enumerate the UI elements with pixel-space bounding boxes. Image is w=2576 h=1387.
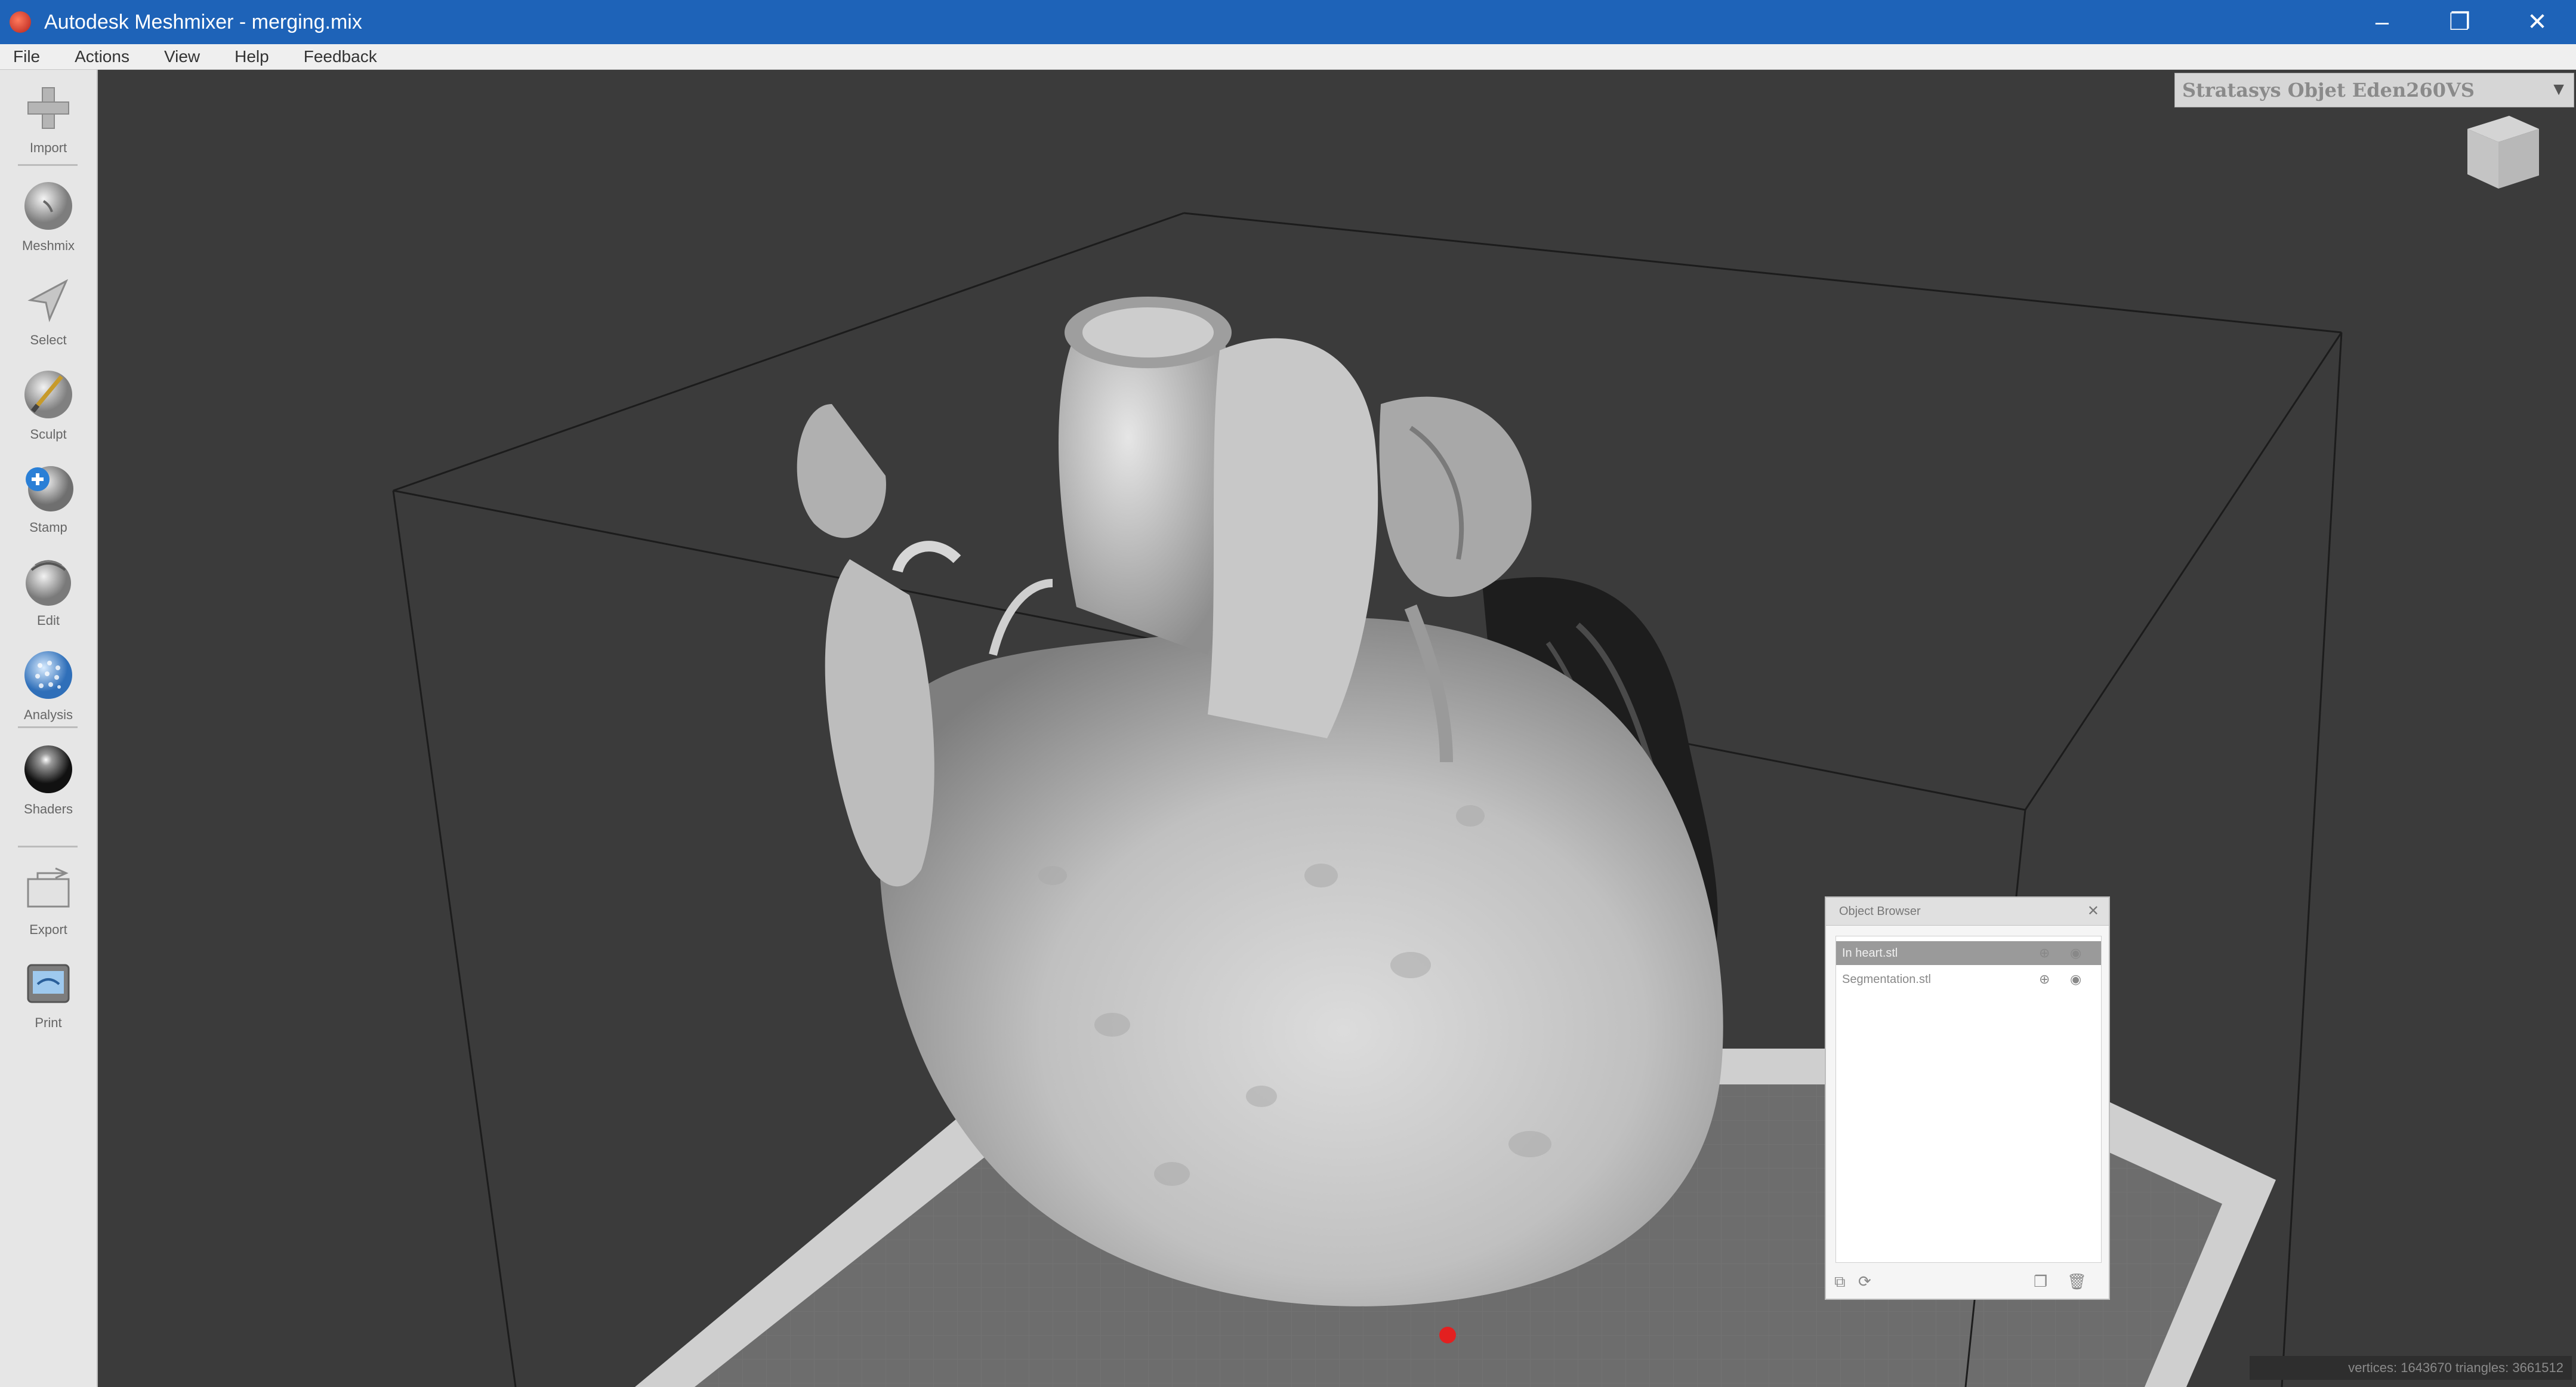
- eye-icon[interactable]: ◉: [2070, 972, 2081, 987]
- combine-icon[interactable]: ⧉: [1834, 1272, 1846, 1292]
- shaders-sphere-icon: [24, 745, 72, 793]
- 3d-viewport[interactable]: [98, 70, 2576, 1387]
- minimize-button[interactable]: –: [2343, 0, 2421, 44]
- stamp-icon: [26, 466, 73, 511]
- select-label: Select: [30, 332, 67, 347]
- print-tool[interactable]: Print: [0, 945, 97, 1039]
- object-browser-title: Object Browser: [1839, 905, 1921, 918]
- duplicate-icon[interactable]: ❐: [2034, 1272, 2047, 1291]
- select-tool[interactable]: Select: [0, 262, 97, 356]
- menu-bar: File Actions View Help Feedback: [0, 44, 2576, 70]
- restore-button[interactable]: ❐: [2421, 0, 2498, 44]
- print-label: Print: [35, 1015, 62, 1030]
- printer-select[interactable]: Stratasys Objet Eden260VS ▼: [2174, 73, 2574, 107]
- meshmix-tool[interactable]: Meshmix: [0, 168, 97, 262]
- sculpt-label: Sculpt: [30, 427, 67, 442]
- toolbar-divider: [18, 164, 78, 166]
- object-browser-panel: Object Browser ✕ In heart.stl ⊕ ◉ Segmen…: [1825, 896, 2110, 1300]
- analysis-label: Analysis: [24, 707, 73, 722]
- view-cube[interactable]: [2455, 105, 2545, 195]
- mesh-stats-readout: vertices: 1643670 triangles: 3661512: [2250, 1356, 2572, 1380]
- export-icon: [27, 867, 70, 908]
- window-title: Autodesk Meshmixer - merging.mix: [44, 10, 362, 33]
- plus-icon: [27, 87, 69, 129]
- trash-icon[interactable]: 🗑: [2067, 1272, 2087, 1291]
- object-item-segmentation[interactable]: Segmentation.stl ⊕ ◉: [1836, 967, 2101, 991]
- toolbar-divider: [18, 726, 78, 728]
- analysis-tool[interactable]: Analysis: [0, 637, 97, 731]
- lock-icon[interactable]: ⊕: [2039, 972, 2050, 987]
- menu-file[interactable]: File: [13, 47, 40, 66]
- menu-view[interactable]: View: [164, 47, 200, 66]
- object-browser-header[interactable]: Object Browser ✕: [1826, 898, 2109, 926]
- menu-help[interactable]: Help: [235, 47, 269, 66]
- left-toolbar: Import Meshmix Select Sculpt Stamp Edit …: [0, 70, 98, 1387]
- printer-select-value: Stratasys Objet Eden260VS: [2182, 79, 2475, 101]
- edit-tool[interactable]: Edit: [0, 543, 97, 637]
- scene-canvas[interactable]: [98, 70, 2576, 1387]
- edit-label: Edit: [37, 613, 60, 628]
- title-bar: Autodesk Meshmixer - merging.mix – ❐ ✕: [0, 0, 2576, 44]
- menu-actions[interactable]: Actions: [75, 47, 129, 66]
- meshmixer-app-icon: [10, 11, 31, 33]
- object-name: In heart.stl: [1842, 946, 1898, 960]
- shaders-label: Shaders: [24, 802, 73, 816]
- export-label: Export: [29, 922, 67, 937]
- menu-feedback[interactable]: Feedback: [304, 47, 377, 66]
- eye-icon[interactable]: ◉: [2070, 945, 2081, 961]
- chevron-down-icon: ▼: [2550, 79, 2568, 99]
- lock-icon[interactable]: ⊕: [2039, 945, 2050, 961]
- toolbar-divider: [18, 846, 78, 847]
- separate-icon[interactable]: ⟳: [1858, 1272, 1871, 1291]
- sculpt-brush-icon: [24, 371, 72, 418]
- import-label: Import: [29, 140, 67, 155]
- print-icon: [27, 964, 70, 1003]
- shaders-tool[interactable]: Shaders: [0, 731, 97, 825]
- object-list: In heart.stl ⊕ ◉ Segmentation.stl ⊕ ◉: [1835, 936, 2102, 1263]
- object-browser-footer: ⧉ ⟳ ❐ 🗑: [1826, 1264, 2109, 1299]
- edit-sphere-icon: [26, 560, 71, 606]
- sculpt-tool[interactable]: Sculpt: [0, 356, 97, 451]
- stamp-tool[interactable]: Stamp: [0, 449, 97, 544]
- analysis-sphere-icon: [24, 651, 72, 699]
- import-tool[interactable]: Import: [0, 70, 97, 164]
- object-item-heart[interactable]: In heart.stl ⊕ ◉: [1836, 941, 2101, 965]
- pivot-point-marker: [1439, 1327, 1456, 1343]
- close-icon[interactable]: ✕: [2087, 902, 2099, 920]
- meshmix-sphere-icon: [24, 182, 72, 230]
- select-arrow-icon: [27, 279, 69, 322]
- export-tool[interactable]: Export: [0, 852, 97, 946]
- stamp-label: Stamp: [29, 520, 67, 535]
- meshmix-label: Meshmix: [21, 238, 75, 253]
- object-name: Segmentation.stl: [1842, 972, 1931, 986]
- close-button[interactable]: ✕: [2498, 0, 2576, 44]
